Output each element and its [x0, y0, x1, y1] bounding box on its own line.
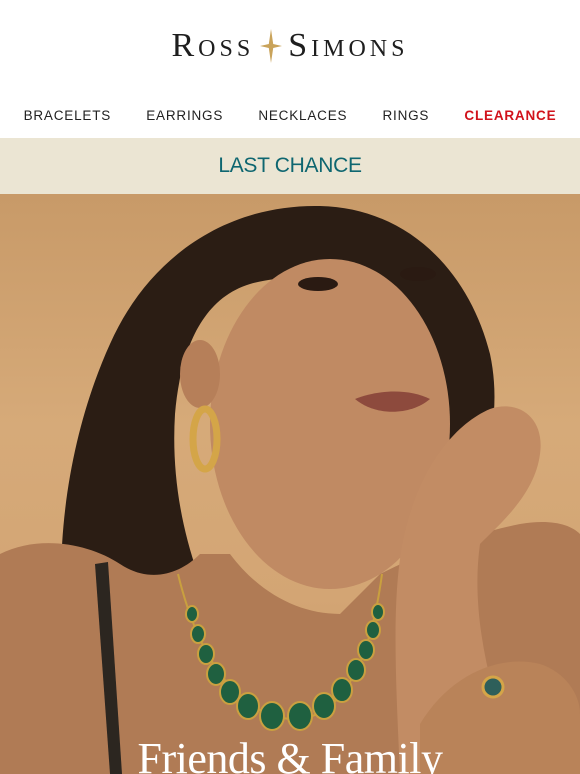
hero-headline: Friends & Family — [137, 734, 443, 774]
logo-word-right: Simons — [288, 27, 409, 64]
email-header: Ross Simons — [0, 0, 580, 92]
nav-rings-link[interactable]: RINGS — [382, 108, 429, 123]
nav-necklaces-link[interactable]: NECKLACES — [258, 108, 347, 123]
ear-shape — [180, 340, 220, 408]
category-nav: BRACELETS EARRINGS NECKLACES RINGS CLEAR… — [0, 92, 580, 138]
nav-clearance-link[interactable]: CLEARANCE — [464, 108, 556, 123]
left-eye — [298, 277, 338, 291]
nav-bracelets-link[interactable]: BRACELETS — [24, 108, 111, 123]
banner-text: LAST CHANCE — [218, 154, 362, 177]
four-point-star-icon — [260, 29, 283, 63]
ross-simons-logo[interactable]: Ross Simons — [172, 27, 409, 65]
right-eye — [400, 267, 436, 281]
logo-word-left: Ross — [171, 27, 255, 64]
nav-earrings-link[interactable]: EARRINGS — [146, 108, 223, 123]
model-illustration — [0, 205, 580, 774]
hero-image[interactable]: Friends & Family — [0, 194, 580, 774]
emerald-ring — [481, 675, 505, 699]
last-chance-banner[interactable]: LAST CHANCE — [0, 138, 580, 194]
